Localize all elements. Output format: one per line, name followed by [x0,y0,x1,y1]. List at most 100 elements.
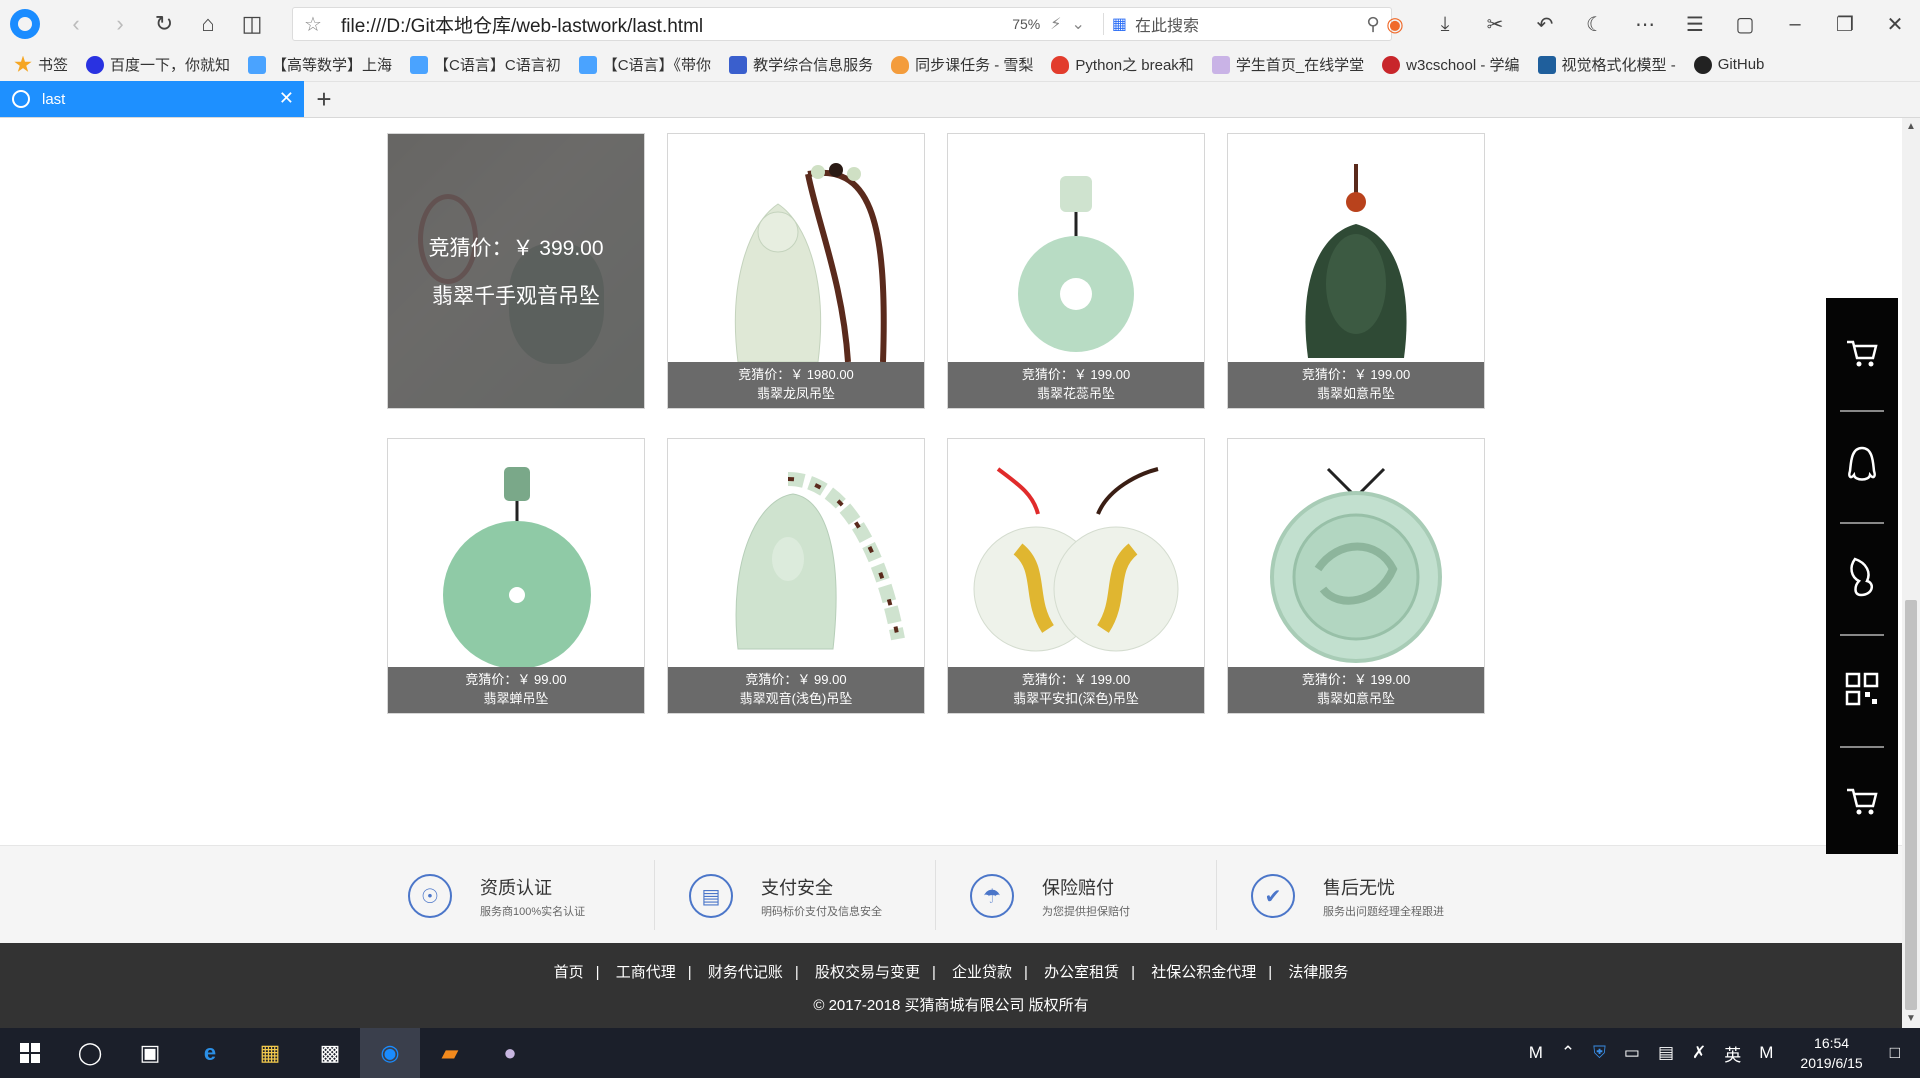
avatar-app-icon[interactable]: ● [480,1028,540,1078]
product-card[interactable]: 竞猜价：￥ 99.00 翡翠蝉吊坠 [387,438,645,714]
star-icon [14,55,32,72]
scroll-thumb[interactable] [1905,600,1917,1010]
menu-icon[interactable]: ☰ [1670,0,1720,48]
browser-logo-icon[interactable] [10,9,40,39]
dropdown-icon[interactable]: ⌄ [1071,14,1084,34]
flame-icon [1051,55,1070,74]
product-hover-overlay[interactable]: 竞猜价：￥ 399.00 翡翠千手观音吊坠 [388,134,644,408]
undo-icon[interactable]: ↶ [1520,0,1570,48]
bilibili-icon [248,55,267,74]
search-engine-icon[interactable]: ▦ [1112,14,1127,34]
product-card[interactable]: 竞猜价：￥ 199.00 翡翠如意吊坠 [1227,133,1485,409]
store-icon[interactable]: ▩ [300,1028,360,1078]
reading-mode-icon[interactable]: ◫ [230,0,274,48]
tab-last[interactable]: last ✕ [0,81,304,117]
input-language[interactable]: 英 [1724,1041,1741,1066]
footer-link[interactable]: 财务代记账 [708,964,783,981]
forward-icon[interactable]: › [98,0,142,48]
bookmark-item[interactable]: 同步课任务 - 雪梨 [891,54,1033,75]
task-view-icon[interactable]: ▣ [120,1028,180,1078]
ime-mode[interactable]: M [1759,1043,1773,1063]
close-tab-icon[interactable]: ✕ [279,88,294,109]
bookmark-item[interactable]: 百度一下，你就知 [86,54,230,75]
product-price: 竞猜价：￥ 399.00 [428,237,604,260]
footer-link-home[interactable]: 首页 [554,964,584,981]
sublime-icon[interactable]: ▰ [420,1028,480,1078]
product-image [948,134,1204,362]
bookmark-item[interactable]: 书签 [14,54,68,75]
footer-link[interactable]: 股权交易与变更 [815,964,920,981]
skin-icon[interactable]: ▢ [1720,0,1770,48]
separator: | [1268,964,1273,981]
ime-mode[interactable]: M [1529,1043,1543,1063]
notification-icon[interactable]: □ [1890,1043,1900,1063]
clock[interactable]: 16:54 2019/6/15 [1800,1033,1862,1073]
qrcode-icon[interactable] [1826,634,1898,744]
bookmark-item[interactable]: GitHub [1693,55,1764,74]
new-tab-button[interactable]: + [304,81,344,117]
network-icon[interactable]: ▤ [1658,1043,1674,1063]
service-desc: 明码标价支付及信息安全 [761,905,882,918]
windows-start-icon[interactable] [0,1028,60,1078]
separator: | [931,964,936,981]
product-card[interactable]: 竞猜价：￥ 199.00 翡翠花蕊吊坠 [947,133,1205,409]
footer-links: 首页 | 工商代理 | 财务代记账 | 股权交易与变更 | 企业贷款 | 办公室租赁 | 社… [0,961,1902,982]
product-card[interactable]: 竞猜价：￥ 99.00 翡翠观音(浅色)吊坠 [667,438,925,714]
restore-icon[interactable]: ❐ [1820,0,1870,48]
footer-link[interactable]: 社保公积金代理 [1151,964,1256,981]
product-card[interactable]: 竞猜价：￥ 199.00 翡翠如意吊坠 [1227,438,1485,714]
search-input[interactable]: 在此搜索 [1135,12,1355,36]
cortana-icon[interactable]: ◯ [60,1028,120,1078]
umbrella-icon: ☂ [970,874,1014,918]
page-viewport: 竞猜价：￥ 399.00 翡翠千手观音吊坠 竞猜价：￥ 1980.00 翡翠龙凤… [0,118,1902,1028]
security-icon[interactable]: ⛨ [1593,1043,1606,1063]
bookmark-item[interactable]: 教学综合信息服务 [729,54,873,75]
download-icon[interactable]: ⤓ [1420,0,1470,48]
file-explorer-icon[interactable]: ▦ [240,1028,300,1078]
bookmark-item[interactable]: 学生首页_在线学堂 [1211,54,1364,75]
chevron-up-icon[interactable]: ⌃ [1561,1043,1575,1063]
close-window-icon[interactable]: ✕ [1870,0,1920,48]
product-caption: 竞猜价：￥ 99.00 翡翠观音(浅色)吊坠 [668,667,924,713]
address-bar[interactable]: ☆ file:///D:/Git本地仓库/web-lastwork/last.h… [292,7,1392,41]
zoom-level[interactable]: 75% [1012,16,1040,32]
footer-link[interactable]: 工商代理 [616,964,676,981]
cart-icon[interactable] [1826,746,1898,856]
footprint-icon[interactable] [1826,522,1898,632]
bookmark-item[interactable]: Python之 break和 [1051,54,1194,75]
url-field[interactable]: file:///D:/Git本地仓库/web-lastwork/last.htm… [333,11,1012,38]
cart-icon[interactable] [1826,298,1898,408]
bookmark-item[interactable]: 【C语言】《带你 [578,54,711,75]
home-icon[interactable]: ⌂ [186,0,230,48]
minimize-icon[interactable]: – [1770,0,1820,48]
bookmark-star-icon[interactable]: ☆ [293,12,333,37]
bookmark-item[interactable]: 【高等数学】上海 [248,54,392,75]
speed-icon[interactable]: ⚡ [1050,14,1061,34]
more-icon[interactable]: ⋯ [1620,0,1670,48]
refresh-icon[interactable]: ↻ [142,0,186,48]
back-icon[interactable]: ‹ [54,0,98,48]
footer-link[interactable]: 企业贷款 [952,964,1012,981]
volume-mute-icon[interactable]: ✗ [1692,1043,1706,1063]
scroll-down-icon[interactable]: ▼ [1902,1010,1920,1028]
bookmark-item[interactable]: 视觉格式化模型 - [1537,54,1676,75]
product-card[interactable]: 竞猜价：￥ 199.00 翡翠平安扣(深色)吊坠 [947,438,1205,714]
product-card[interactable]: 竞猜价：￥ 399.00 翡翠千手观音吊坠 [387,133,645,409]
scroll-up-icon[interactable]: ▲ [1902,118,1920,136]
product-card[interactable]: 竞猜价：￥ 1980.00 翡翠龙凤吊坠 [667,133,925,409]
footer-link[interactable]: 法律服务 [1288,964,1348,981]
footer-link[interactable]: 办公室租赁 [1044,964,1119,981]
page-scrollbar[interactable]: ▲ ▼ [1902,118,1920,1028]
edge-icon[interactable]: e [180,1028,240,1078]
battery-icon[interactable]: ▭ [1624,1043,1640,1063]
product-name: 翡翠如意吊坠 [1316,691,1395,706]
night-mode-icon[interactable]: ☾ [1570,0,1620,48]
screenshot-icon[interactable]: ✂ [1470,0,1520,48]
globe-icon [12,90,30,108]
audio-icon [1211,55,1230,74]
bookmark-item[interactable]: w3cschool - 学编 [1382,54,1520,75]
game-icon[interactable]: ◉ [1370,0,1420,48]
qq-browser-icon[interactable]: ◉ [360,1028,420,1078]
bookmark-item[interactable]: 【C语言】C语言初 [410,54,561,75]
qq-icon[interactable] [1826,410,1898,520]
